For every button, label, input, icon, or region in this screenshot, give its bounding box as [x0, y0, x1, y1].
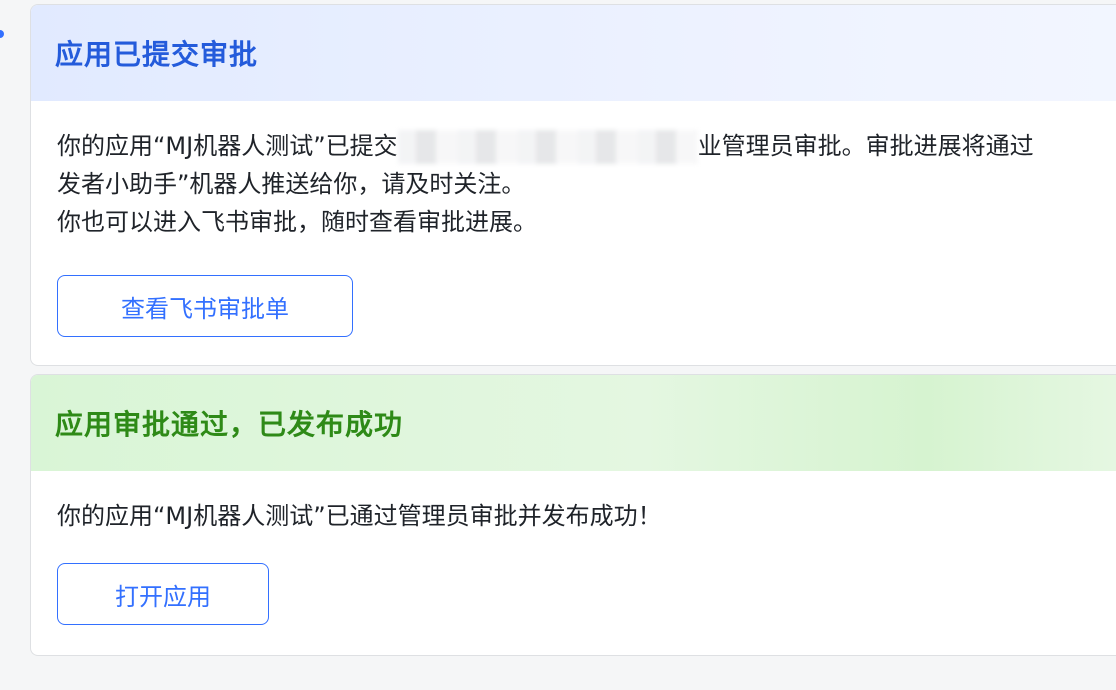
submitted-card-body: 你的应用“MJ机器人测试”已提交 业管理员审批。审批进展将通过 发者小助手”机器人… — [31, 101, 1116, 337]
approved-card: 应用审批通过，已发布成功 你的应用“MJ机器人测试”已通过管理员审批并发布成功！… — [30, 374, 1116, 656]
submitted-message-line-3: 你也可以进入飞书审批，随时查看审批进展。 — [57, 208, 537, 236]
submitted-message-line-2: 发者小助手”机器人推送给你，请及时关注。 — [57, 170, 526, 198]
submitted-card-title: 应用已提交审批 — [55, 38, 259, 71]
submitted-message-line-1: 你的应用“MJ机器人测试”已提交 业管理员审批。审批进展将通过 — [57, 127, 1116, 165]
approved-card-title: 应用审批通过，已发布成功 — [55, 408, 404, 441]
approved-message-line-1: 你的应用“MJ机器人测试”已通过管理员审批并发布成功！ — [57, 502, 662, 530]
redacted-text — [397, 130, 698, 164]
approved-card-body: 你的应用“MJ机器人测试”已通过管理员审批并发布成功！ 打开应用 — [31, 471, 1116, 625]
submitted-message-start: 你的应用“MJ机器人测试”已提交 — [57, 132, 398, 160]
submitted-card: 应用已提交审批 你的应用“MJ机器人测试”已提交 业管理员审批。审批进展将通过 发… — [30, 4, 1116, 366]
approved-card-header: 应用审批通过，已发布成功 — [31, 375, 1116, 471]
submitted-message-end: 业管理员审批。审批进展将通过 — [697, 132, 1034, 160]
submitted-card-header: 应用已提交审批 — [31, 5, 1116, 101]
view-approval-form-button[interactable]: 查看飞书审批单 — [57, 275, 353, 337]
open-app-button[interactable]: 打开应用 — [57, 563, 269, 625]
approval-notification-page: 应用已提交审批 你的应用“MJ机器人测试”已提交 业管理员审批。审批进展将通过 发… — [0, 0, 1116, 690]
timeline-dot-icon — [0, 30, 4, 38]
